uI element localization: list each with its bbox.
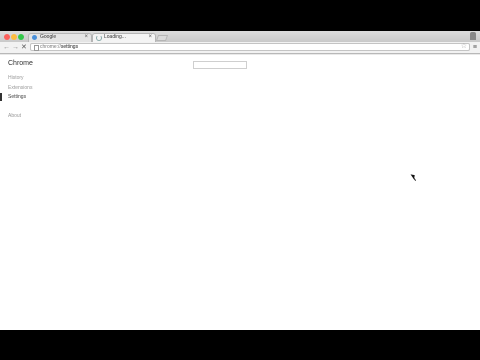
forward-arrow-icon[interactable]: →	[12, 43, 19, 52]
sidebar-item-history[interactable]: History	[8, 75, 24, 81]
back-arrow-icon[interactable]: ←	[3, 43, 10, 52]
window-close-button[interactable]	[4, 34, 10, 40]
profile-icon[interactable]	[470, 32, 476, 40]
tab-label: Google	[40, 34, 57, 40]
sidebar-title: Chrome	[8, 60, 33, 67]
page-divider	[0, 54, 480, 55]
stop-loading-icon[interactable]: ✕	[21, 43, 27, 52]
window-maximize-button[interactable]	[18, 34, 24, 40]
loading-spinner-icon	[96, 35, 102, 41]
tab-strip: Google × Loading... ×	[0, 31, 480, 42]
tab-label: Loading...	[104, 34, 126, 40]
page-icon	[34, 45, 39, 51]
search-settings-input[interactable]	[193, 61, 247, 69]
tab-close-icon[interactable]: ×	[84, 34, 88, 41]
hamburger-menu-icon[interactable]: ≡	[473, 43, 477, 52]
tab-close-icon[interactable]: ×	[148, 34, 152, 41]
google-favicon-icon	[32, 35, 37, 40]
tab-loading[interactable]: Loading... ×	[92, 33, 156, 42]
sidebar-item-about[interactable]: About	[8, 113, 21, 119]
bookmark-star-icon[interactable]: ☆	[461, 43, 467, 51]
url-text[interactable]: chrome://settings	[40, 44, 78, 50]
selected-nav-indicator	[0, 93, 2, 101]
url-scheme: chrome://	[40, 44, 61, 50]
tab-google[interactable]: Google ×	[28, 33, 92, 42]
sidebar-item-extensions[interactable]: Extensions	[8, 85, 32, 91]
toolbar: ← → ✕ chrome://settings ☆ ≡	[0, 42, 480, 54]
window-minimize-button[interactable]	[11, 34, 17, 40]
sidebar-item-settings[interactable]: Settings	[8, 94, 26, 100]
url-host: settings	[60, 44, 79, 50]
browser-window: Google × Loading... × ← → ✕ chrome://set…	[0, 31, 480, 330]
new-tab-button[interactable]	[155, 35, 169, 41]
address-bar[interactable]: chrome://settings ☆	[30, 43, 470, 51]
